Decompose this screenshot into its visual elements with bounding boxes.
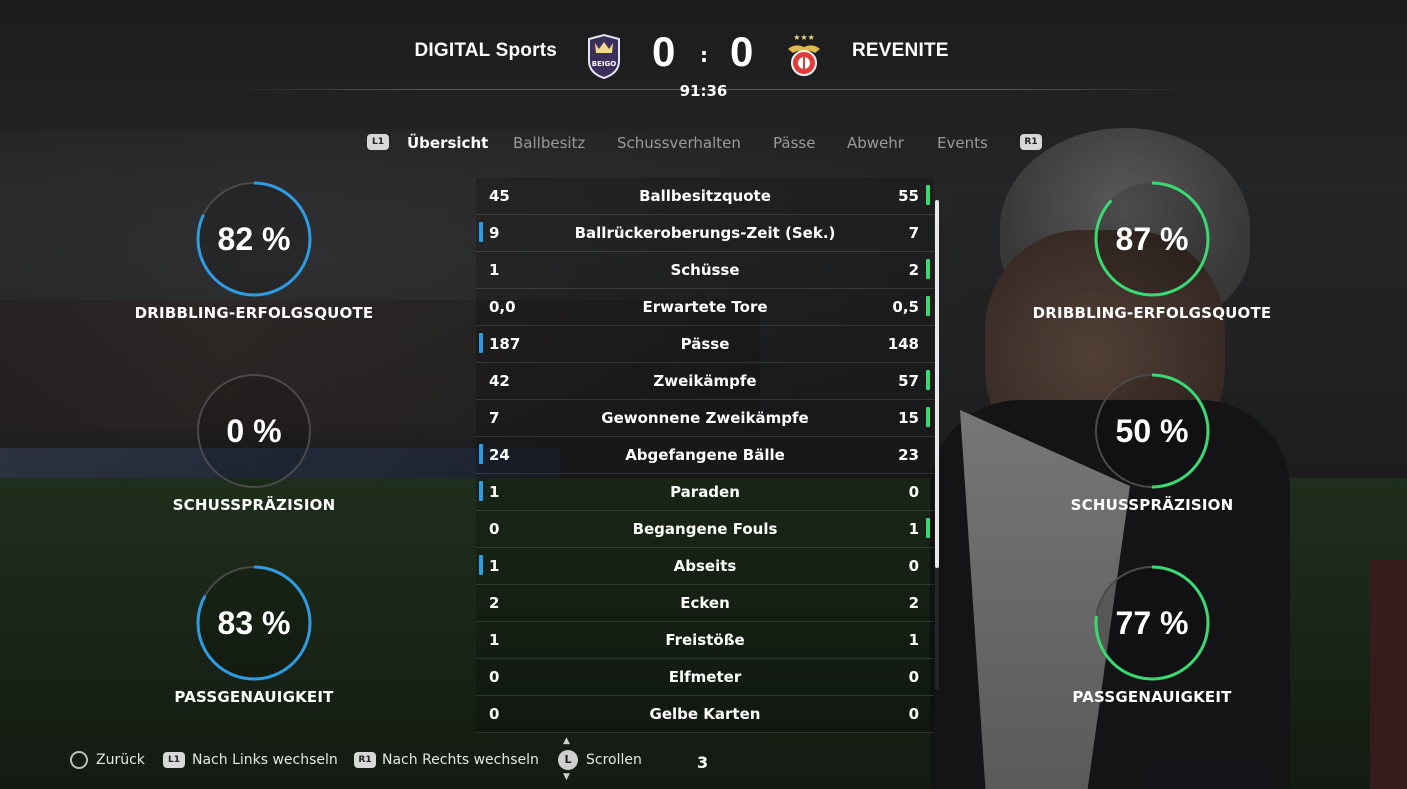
tab-schussverhalten[interactable]: Schussverhalten xyxy=(617,134,741,152)
stat-label: Gelbe Karten xyxy=(649,705,761,723)
r1-hint-icon: R1 xyxy=(354,752,376,768)
stats-scrollbar[interactable] xyxy=(935,200,939,690)
away-stat-value: 1 xyxy=(908,520,919,538)
stat-row: 187 Pässe 148 xyxy=(476,326,934,363)
away-stat-value: 2 xyxy=(908,261,919,279)
stat-row: 1 Freistöße 1 xyxy=(476,622,934,659)
stat-label: Ecken xyxy=(680,594,730,612)
ring-value: 50 % xyxy=(1115,413,1189,449)
ring-value: 82 % xyxy=(217,221,291,257)
stat-row: 1 Abseits 0 xyxy=(476,548,934,585)
ring-label: DRIBBLING-ERFOLGSQUOTE xyxy=(134,304,374,322)
tab-paesse[interactable]: Pässe xyxy=(773,134,815,152)
stat-row: 0 Begangene Fouls 1 xyxy=(476,511,934,548)
header-divider xyxy=(225,89,1200,90)
tab-events[interactable]: Events xyxy=(937,134,988,152)
home-score: 0 xyxy=(652,28,676,75)
ring-value: 83 % xyxy=(217,605,291,641)
svg-text:★★★: ★★★ xyxy=(793,33,815,42)
tab-abwehr[interactable]: Abwehr xyxy=(847,134,904,152)
tab-ballbesitz[interactable]: Ballbesitz xyxy=(513,134,585,152)
r1-button-icon[interactable]: R1 xyxy=(1020,134,1042,150)
stat-row: 1 Schüsse 2 xyxy=(476,252,934,289)
stat-row: 7 Gewonnene Zweikämpfe 15 xyxy=(476,400,934,437)
back-button-label[interactable]: Zurück xyxy=(96,752,145,768)
switch-left-label[interactable]: Nach Links wechseln xyxy=(192,752,338,768)
ring-value: 87 % xyxy=(1115,221,1189,257)
away-stat-value: 23 xyxy=(898,446,919,464)
away-stat-value: 2 xyxy=(908,594,919,612)
away-stat-value: 0 xyxy=(908,557,919,575)
home-team-name: DIGITAL Sports xyxy=(414,40,557,61)
home-ring-gauge: 83 % xyxy=(195,564,313,682)
stat-label: Abgefangene Bälle xyxy=(625,446,785,464)
stick-up-arrow-icon: ▲ xyxy=(563,736,570,746)
away-stat-value: 0 xyxy=(908,668,919,686)
stat-label: Schüsse xyxy=(670,261,740,279)
stat-row: 9 Ballrückeroberungs-Zeit (Sek.) 7 xyxy=(476,215,934,252)
home-crest-text: BEIGO xyxy=(592,60,616,68)
away-stat-value: 7 xyxy=(908,224,919,242)
stat-label: Ballrückeroberungs-Zeit (Sek.) xyxy=(574,224,836,242)
stat-row: 2 Ecken 2 xyxy=(476,585,934,622)
stat-label: Erwartete Tore xyxy=(642,298,768,316)
stat-label: Abseits xyxy=(673,557,737,575)
circle-button-icon[interactable] xyxy=(70,751,88,769)
away-ring-gauge: 50 % xyxy=(1093,372,1211,490)
scroll-hint-label: Scrollen xyxy=(586,752,642,768)
stat-label: Pässe xyxy=(680,335,730,353)
ring-label: PASSGENAUIGKEIT xyxy=(174,688,334,706)
home-ring-gauge: 0 % xyxy=(195,372,313,490)
tab-bar: L1 Übersicht Ballbesitz Schussverhalten … xyxy=(0,132,1407,156)
away-stat-value: 55 xyxy=(898,187,919,205)
stat-label: Elfmeter xyxy=(668,668,742,686)
page-number: 3 xyxy=(697,753,709,772)
stat-label: Freistöße xyxy=(665,631,745,649)
l1-hint-icon: L1 xyxy=(163,752,185,768)
away-stat-value: 57 xyxy=(898,372,919,390)
away-team-name: REVENITE xyxy=(852,40,949,61)
ring-label: SCHUSSPRÄZISION xyxy=(172,496,336,514)
stat-label: Ballbesitzquote xyxy=(639,187,771,205)
ring-value: 77 % xyxy=(1115,605,1189,641)
stat-label: Gewonnene Zweikämpfe xyxy=(601,409,809,427)
match-clock: 91:36 xyxy=(679,82,728,100)
away-stat-value: 148 xyxy=(887,335,919,353)
home-crest-icon: BEIGO xyxy=(585,33,623,80)
stat-label: Zweikämpfe xyxy=(653,372,757,390)
stat-row: 45 Ballbesitzquote 55 xyxy=(476,178,934,215)
l1-button-icon[interactable]: L1 xyxy=(367,134,389,150)
stat-row: 0 Gelbe Karten 0 xyxy=(476,696,934,733)
away-stat-value: 15 xyxy=(898,409,919,427)
away-stat-value: 0 xyxy=(908,705,919,723)
tab-uebersicht[interactable]: Übersicht xyxy=(407,134,488,152)
stick-down-arrow-icon: ▼ xyxy=(563,772,570,782)
away-stat-value: 0 xyxy=(908,483,919,501)
away-stat-value: 1 xyxy=(908,631,919,649)
away-score: 0 xyxy=(730,28,754,75)
ring-label: PASSGENAUIGKEIT xyxy=(1072,688,1232,706)
stat-row: 42 Zweikämpfe 57 xyxy=(476,363,934,400)
stats-table: 45 Ballbesitzquote 55 9 Ballrückeroberungs-Z… xyxy=(476,178,934,733)
scrollbar-thumb[interactable] xyxy=(935,200,939,568)
away-stat-value: 0,5 xyxy=(892,298,919,316)
ring-label: DRIBBLING-ERFOLGSQUOTE xyxy=(1032,304,1272,322)
score-header: DIGITAL Sports BEIGO 0 : 0 ★★★ REVENITE … xyxy=(0,0,1407,110)
stat-row: 0 Elfmeter 0 xyxy=(476,659,934,696)
away-crest-icon: ★★★ xyxy=(785,33,823,79)
stat-row: 24 Abgefangene Bälle 23 xyxy=(476,437,934,474)
switch-right-label[interactable]: Nach Rechts wechseln xyxy=(382,752,539,768)
ring-label: SCHUSSPRÄZISION xyxy=(1070,496,1234,514)
score-separator: : xyxy=(700,43,708,67)
away-ring-gauge: 87 % xyxy=(1093,180,1211,298)
stat-row: 0,0 Erwartete Tore 0,5 xyxy=(476,289,934,326)
away-ring-gauge: 77 % xyxy=(1093,564,1211,682)
stat-label: Begangene Fouls xyxy=(632,520,778,538)
stat-label: Paraden xyxy=(670,483,740,501)
left-stick-icon: L xyxy=(558,750,578,770)
stat-row: 1 Paraden 0 xyxy=(476,474,934,511)
home-ring-gauge: 82 % xyxy=(195,180,313,298)
ring-value: 0 % xyxy=(226,413,282,449)
